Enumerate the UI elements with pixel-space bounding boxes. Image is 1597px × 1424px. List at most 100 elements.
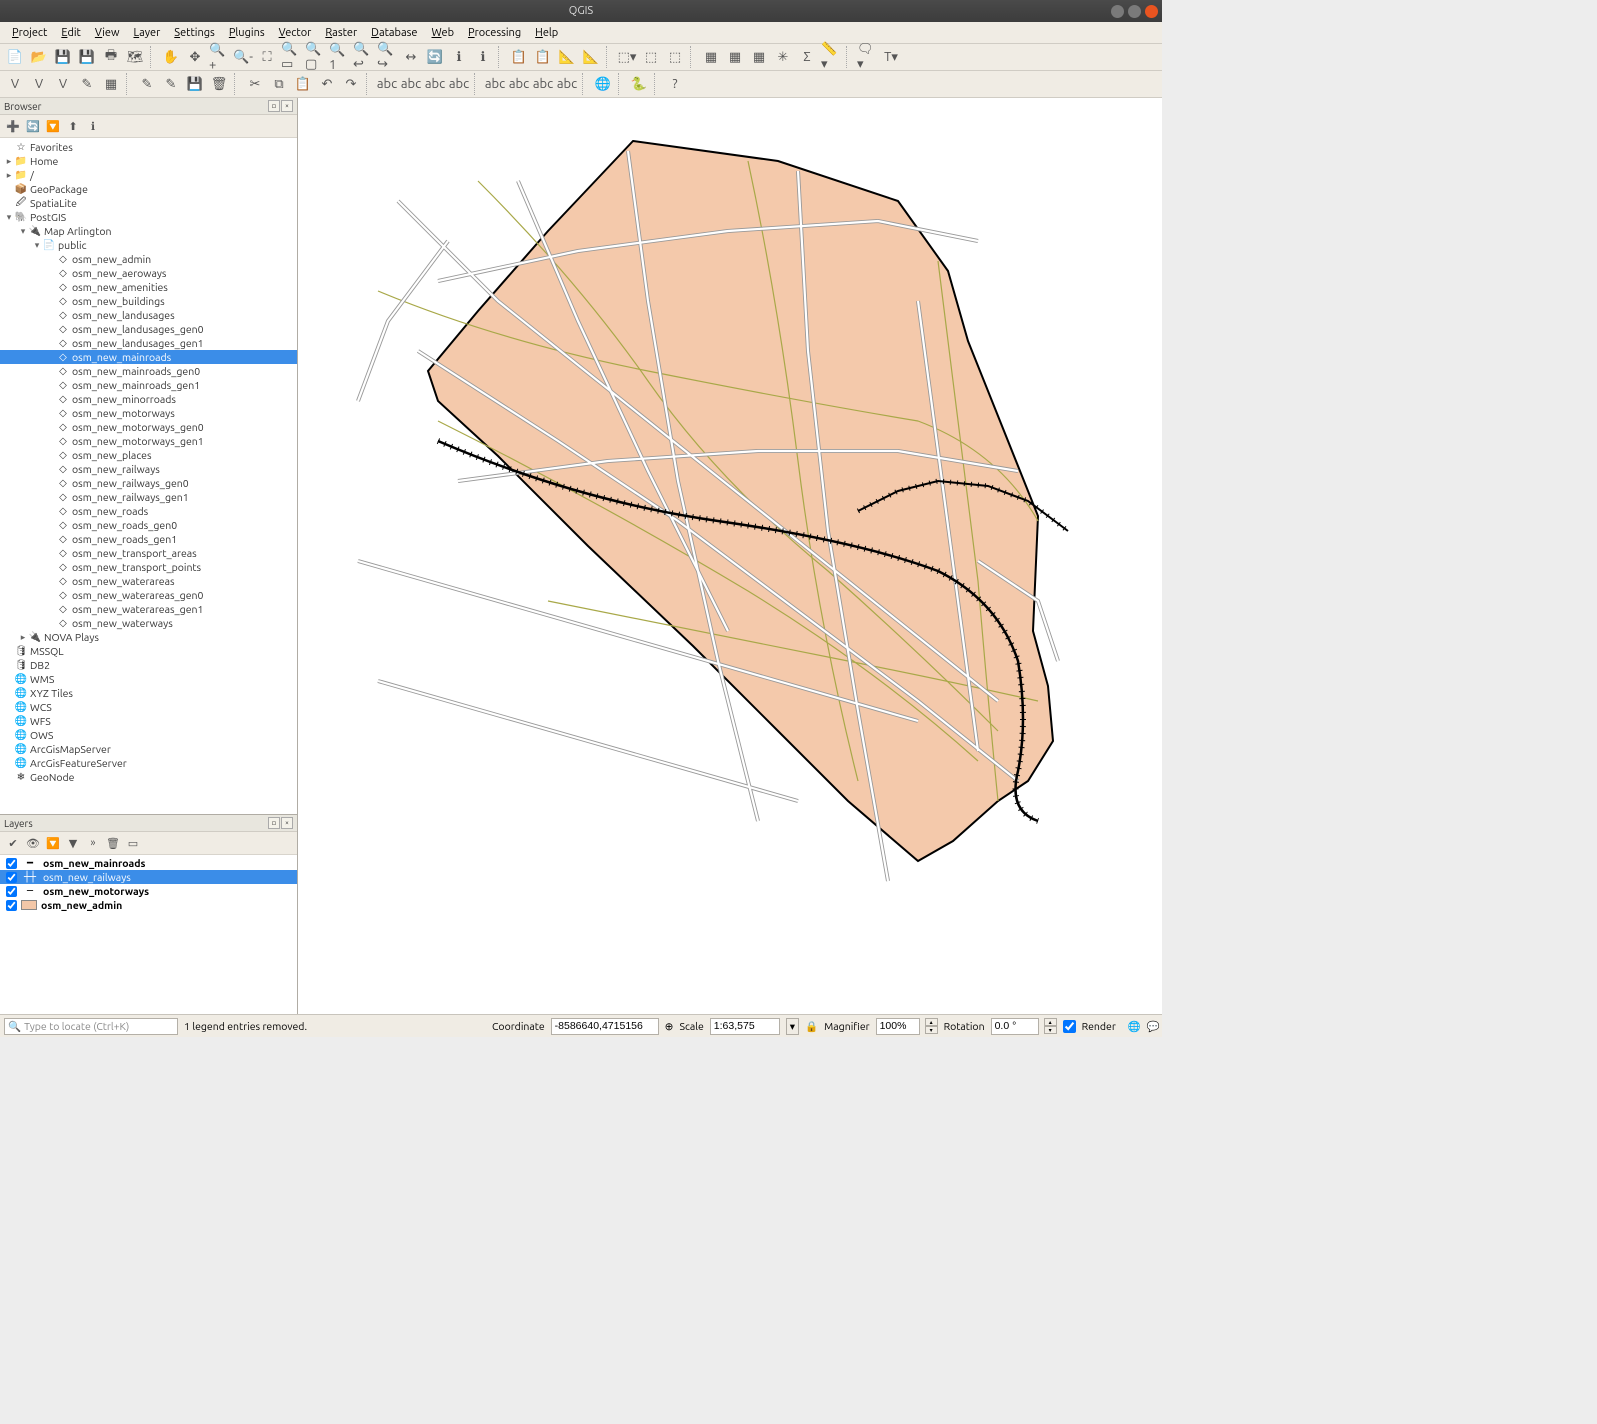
browser-tb-button-3[interactable]: ⬆ [64,117,82,135]
browser-table-osm_new_mainroads_gen1[interactable]: ◇osm_new_mainroads_gen1 [0,378,297,392]
scale-field[interactable] [710,1018,780,1035]
toolbar-button-36[interactable]: 📏▾ [820,46,842,68]
toolbar-button-27[interactable]: 🌐 [592,73,614,95]
toolbar-button-24[interactable]: abc [532,73,554,95]
browser-tree[interactable]: ☆Favorites▸📁Home▸📁/📦GeoPackage🖉SpatiaLit… [0,138,297,814]
layers-tb-button-6[interactable]: ▭ [124,834,142,852]
browser-item-arcgismapserver[interactable]: 🌐ArcGisMapServer [0,742,297,756]
expand-icon[interactable]: ▾ [18,226,28,237]
toolbar-button-27[interactable]: ⬚▾ [616,46,638,68]
menu-help[interactable]: Help [529,27,564,39]
menu-web[interactable]: Web [425,27,460,39]
toolbar-button-17[interactable]: ↔ [400,46,422,68]
browser-table-osm_new_landusages_gen0[interactable]: ◇osm_new_landusages_gen0 [0,322,297,336]
menu-edit[interactable]: Edit [55,27,87,39]
toolbar-button-14[interactable]: 🔍1 [328,46,350,68]
layers-undock-icon[interactable]: ▫ [268,817,280,829]
layers-tb-button-0[interactable]: ✔ [4,834,22,852]
toolbar-button-20[interactable]: ℹ [472,46,494,68]
browser-tb-button-1[interactable]: 🔄 [24,117,42,135]
toolbar-button-17[interactable]: abc [376,73,398,95]
menu-raster[interactable]: Raster [319,27,363,39]
lock-icon[interactable]: 🔒 [805,1020,818,1033]
browser-tb-button-2[interactable]: 🔽 [44,117,62,135]
browser-item-favorites[interactable]: ☆Favorites [0,140,297,154]
toolbar-button-11[interactable]: ⛶ [256,46,278,68]
window-minimize[interactable] [1111,5,1124,18]
toolbar-button-12[interactable]: ⧉ [268,73,290,95]
expand-icon[interactable]: ▸ [4,170,14,181]
browser-item-/[interactable]: ▸📁/ [0,168,297,182]
browser-undock-icon[interactable]: ▫ [268,100,280,112]
browser-table-osm_new_transport_areas[interactable]: ◇osm_new_transport_areas [0,546,297,560]
browser-close-icon[interactable]: × [281,100,293,112]
crs-icon[interactable]: 🌐 [1128,1020,1141,1033]
toolbar-button-12[interactable]: 🔍▭ [280,46,302,68]
browser-table-osm_new_motorways_gen0[interactable]: ◇osm_new_motorways_gen0 [0,420,297,434]
browser-table-osm_new_buildings[interactable]: ◇osm_new_buildings [0,294,297,308]
toolbar-button-16[interactable]: 🔍↪ [376,46,398,68]
toolbar-button-4[interactable]: ▦ [100,73,122,95]
browser-item-arcgisfeatureserver[interactable]: 🌐ArcGisFeatureServer [0,756,297,770]
browser-table-osm_new_aeroways[interactable]: ◇osm_new_aeroways [0,266,297,280]
toolbar-button-29[interactable]: ⬚ [664,46,686,68]
browser-nova-plays[interactable]: ▸🔌NOVA Plays [0,630,297,644]
toolbar-button-35[interactable]: Σ [796,46,818,68]
toolbar-button-7[interactable]: ✎ [160,73,182,95]
expand-icon[interactable]: ▸ [4,156,14,167]
layers-list[interactable]: ━osm_new_mainroads┼┼osm_new_railways─osm… [0,855,297,1014]
browser-table-osm_new_waterareas_gen0[interactable]: ◇osm_new_waterareas_gen0 [0,588,297,602]
toolbar-button-14[interactable]: ↶ [316,73,338,95]
browser-item-mssql[interactable]: 🛢MSSQL [0,644,297,658]
browser-table-osm_new_waterways[interactable]: ◇osm_new_waterways [0,616,297,630]
layer-visibility-checkbox[interactable] [6,872,17,883]
layers-tb-button-3[interactable]: ▼ [64,834,82,852]
toolbar-button-4[interactable]: 🖶 [100,46,122,68]
layer-osm_new_mainroads[interactable]: ━osm_new_mainroads [0,856,297,870]
locator-input[interactable]: 🔍 Type to locate (Ctrl+K) [4,1018,178,1035]
browser-table-osm_new_landusages_gen1[interactable]: ◇osm_new_landusages_gen1 [0,336,297,350]
menu-settings[interactable]: Settings [168,27,221,39]
magnifier-field[interactable] [876,1018,920,1035]
toolbar-button-0[interactable]: 📄 [4,46,26,68]
menu-vector[interactable]: Vector [273,27,318,39]
expand-icon[interactable]: ▾ [4,212,14,223]
browser-item-wms[interactable]: 🌐WMS [0,672,297,686]
toolbar-button-15[interactable]: 🔍↩ [352,46,374,68]
toolbar-button-2[interactable]: 💾 [52,46,74,68]
browser-table-osm_new_waterareas[interactable]: ◇osm_new_waterareas [0,574,297,588]
toolbar-button-11[interactable]: ✂ [244,73,266,95]
toolbar-button-23[interactable]: abc [508,73,530,95]
browser-item-geonode[interactable]: ❄GeoNode [0,770,297,784]
browser-item-geopackage[interactable]: 📦GeoPackage [0,182,297,196]
rotation-spinner[interactable]: ▴▾ [1044,1018,1057,1034]
browser-item-spatialite[interactable]: 🖉SpatiaLite [0,196,297,210]
coordinate-toggle-icon[interactable]: ⊕ [665,1020,674,1033]
toolbar-button-3[interactable]: ✎ [76,73,98,95]
toolbar-button-7[interactable]: ✋ [160,46,182,68]
toolbar-button-13[interactable]: 📋 [292,73,314,95]
toolbar-button-18[interactable]: 🔄 [424,46,446,68]
toolbar-button-0[interactable]: V [4,73,26,95]
browser-schema[interactable]: ▾📄public [0,238,297,252]
browser-tb-button-0[interactable]: ➕ [4,117,22,135]
menu-project[interactable]: Project [6,27,53,39]
browser-table-osm_new_roads[interactable]: ◇osm_new_roads [0,504,297,518]
toolbar-button-31[interactable]: ? [664,73,686,95]
layers-tb-button-2[interactable]: 🔽 [44,834,62,852]
toolbar-button-25[interactable]: abc [556,73,578,95]
browser-table-osm_new_roads_gen1[interactable]: ◇osm_new_roads_gen1 [0,532,297,546]
browser-item-wcs[interactable]: 🌐WCS [0,700,297,714]
toolbar-button-13[interactable]: 🔍▢ [304,46,326,68]
magnifier-spinner[interactable]: ▴▾ [925,1018,938,1034]
toolbar-button-3[interactable]: 💾 [76,46,98,68]
toolbar-button-1[interactable]: V [28,73,50,95]
toolbar-button-38[interactable]: 🗨▾ [856,46,878,68]
menu-layer[interactable]: Layer [128,27,167,39]
expand-icon[interactable]: ▾ [32,240,42,251]
toolbar-button-39[interactable]: T▾ [880,46,902,68]
browser-table-osm_new_mainroads_gen0[interactable]: ◇osm_new_mainroads_gen0 [0,364,297,378]
browser-item-wfs[interactable]: 🌐WFS [0,714,297,728]
toolbar-button-1[interactable]: 📂 [28,46,50,68]
coordinate-field[interactable] [551,1018,659,1035]
